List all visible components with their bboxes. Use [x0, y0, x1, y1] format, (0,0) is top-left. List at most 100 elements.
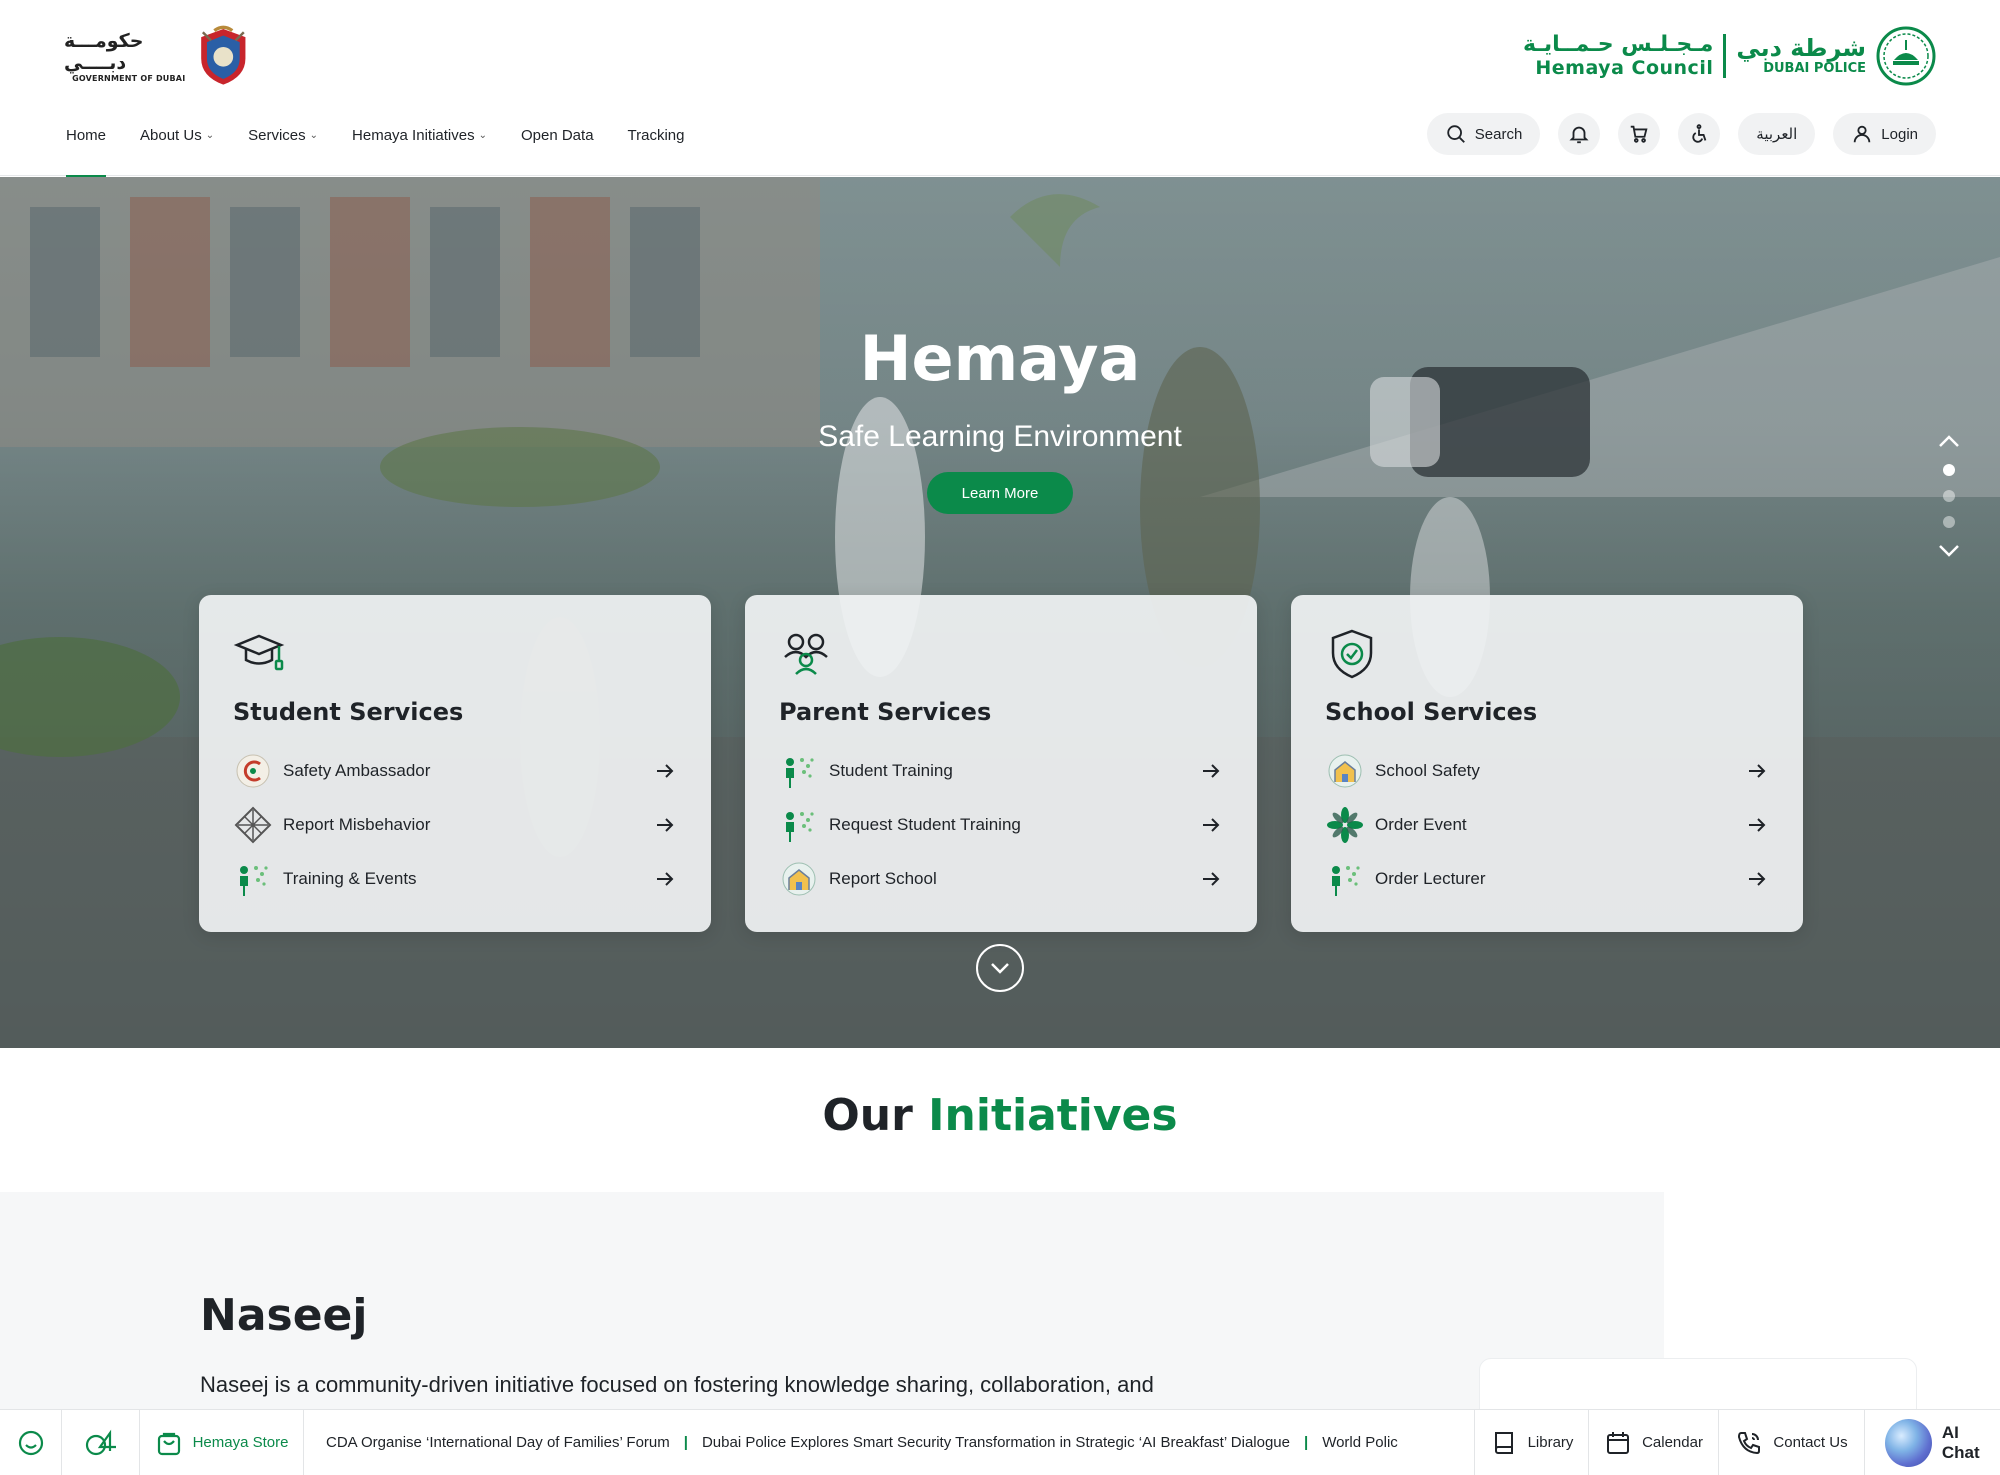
school-services-card: School Services School Safety Order Even… [1291, 595, 1803, 932]
news-ticker[interactable]: CDA Organise ‘International Day of Famil… [304, 1410, 1475, 1475]
calendar-icon [1607, 1431, 1630, 1454]
arrow-right-icon [1749, 764, 1766, 778]
logo-divider [1723, 34, 1727, 78]
slide-dot-3[interactable] [1943, 516, 1955, 528]
service-label: Training & Events [283, 869, 417, 888]
header-tools: Search العربية Login [1426, 113, 1936, 155]
nav-services[interactable]: Services ⌄ [248, 118, 318, 152]
nav-home[interactable]: Home [66, 118, 107, 178]
accessibility-button[interactable] [1678, 113, 1721, 155]
school-safety-icon [1325, 751, 1365, 791]
chevron-down-icon[interactable] [1937, 542, 1961, 560]
arrow-right-icon [1203, 872, 1220, 886]
nav-tracking[interactable]: Tracking [628, 118, 685, 152]
service-safety-ambassador[interactable]: Safety Ambassador [233, 744, 677, 798]
service-request-student-training[interactable]: Request Student Training [779, 798, 1223, 852]
chevron-up-icon[interactable] [1937, 432, 1961, 450]
contact-us-button[interactable]: Contact Us [1719, 1410, 1865, 1475]
service-label: Order Event [1375, 815, 1467, 834]
news-item[interactable]: CDA Organise ‘International Day of Famil… [326, 1434, 670, 1451]
scroll-down-button[interactable] [976, 944, 1024, 992]
notifications-button[interactable] [1558, 113, 1601, 155]
order-lecturer-icon [1325, 859, 1365, 899]
bottom-quick-bar: Hemaya Store CDA Organise ‘International… [0, 1409, 2000, 1475]
ai-chat-orb-icon [1885, 1418, 1932, 1467]
main-navigation: Home About Us ⌄ Services ⌄ Hemaya Initiati… [66, 118, 685, 178]
learn-more-button[interactable]: Learn More [927, 472, 1073, 514]
service-report-misbehavior[interactable]: Report Misbehavior [233, 798, 677, 852]
nav-services-label: Services [248, 126, 306, 144]
hemaya-store-button[interactable]: Hemaya Store [140, 1410, 304, 1475]
slide-dot-2[interactable] [1943, 490, 1955, 502]
arrow-right-icon [1749, 818, 1766, 832]
smiley-icon [18, 1430, 43, 1455]
dubai-now-icon [85, 1429, 116, 1455]
nav-hemaya-initiatives[interactable]: Hemaya Initiatives ⌄ [352, 118, 487, 152]
service-training-events[interactable]: Training & Events [233, 852, 677, 906]
search-label: Search [1474, 125, 1523, 143]
service-student-training[interactable]: Student Training [779, 744, 1223, 798]
nav-open-data[interactable]: Open Data [521, 118, 594, 152]
parents-icon [784, 633, 828, 675]
council-name-english: Hemaya Council [1535, 57, 1714, 79]
parent-services-card: Parent Services Student Training Request… [745, 595, 1257, 932]
user-icon [1854, 125, 1871, 143]
site-header: حكومـــة دبــــي GOVERNMENT OF DUBAI مـج… [0, 0, 2000, 178]
council-name-arabic: مـجـلـس حـمــايـة [1523, 32, 1714, 57]
library-button[interactable]: Library [1475, 1410, 1589, 1475]
card-title: School Services [1325, 698, 1538, 726]
nav-tracking-label: Tracking [627, 126, 685, 144]
service-order-lecturer[interactable]: Order Lecturer [1325, 852, 1769, 906]
graduation-cap-icon [233, 634, 285, 671]
arrow-right-icon [1749, 872, 1766, 886]
language-toggle[interactable]: العربية [1738, 113, 1816, 155]
police-name-arabic: شرطة دبي [1736, 34, 1866, 62]
ticker-separator: | [1304, 1434, 1309, 1451]
dubai-now-button[interactable] [62, 1410, 140, 1475]
shield-check-icon [1331, 629, 1373, 679]
calendar-button[interactable]: Calendar [1589, 1410, 1719, 1475]
gov-logo-arabic: حكومـــة دبــــي [64, 29, 144, 74]
chevron-down-icon: ⌄ [309, 129, 319, 141]
service-label: Order Lecturer [1375, 869, 1486, 888]
nav-about-us-label: About Us [140, 126, 202, 144]
nav-hemaya-initiatives-label: Hemaya Initiatives [352, 126, 475, 144]
news-item[interactable]: World Polic [1322, 1434, 1398, 1451]
report-misbehavior-icon [233, 805, 273, 845]
accessibility-icon [1692, 124, 1707, 143]
slide-dot-1[interactable] [1943, 464, 1955, 476]
book-icon [1494, 1431, 1513, 1454]
slider-controls [1936, 432, 1962, 560]
service-label: School Safety [1375, 761, 1480, 780]
search-button[interactable]: Search [1426, 113, 1541, 155]
service-school-safety[interactable]: School Safety [1325, 744, 1769, 798]
hemaya-council-logo[interactable]: مـجـلـس حـمــايـة Hemaya Council شرطة دب… [1523, 24, 1936, 88]
happiness-meter-button[interactable] [0, 1410, 62, 1475]
search-icon [1447, 125, 1465, 143]
initiative-title: Naseej [200, 1290, 368, 1341]
service-order-event[interactable]: Order Event [1325, 798, 1769, 852]
safety-ambassador-icon [233, 751, 273, 791]
ai-chat-button[interactable]: AI Chat [1865, 1410, 2000, 1475]
student-services-card: Student Services Safety Ambassador Repor… [199, 595, 711, 932]
login-button[interactable]: Login [1833, 113, 1936, 155]
government-of-dubai-logo[interactable]: حكومـــة دبــــي GOVERNMENT OF DUBAI [64, 16, 254, 96]
cart-button[interactable] [1618, 113, 1661, 155]
chevron-down-icon: ⌄ [478, 129, 487, 141]
arrow-right-icon [1203, 818, 1220, 832]
contact-us-label: Contact Us [1773, 1434, 1848, 1451]
card-title: Student Services [233, 698, 464, 726]
hero-subtitle: Safe Learning Environment [818, 420, 1182, 453]
service-label: Report School [829, 869, 937, 888]
request-training-icon [779, 805, 819, 845]
nav-about-us[interactable]: About Us ⌄ [140, 118, 214, 152]
service-label: Student Training [829, 761, 953, 780]
arrow-right-icon [657, 872, 674, 886]
chevron-down-icon: ⌄ [205, 129, 215, 141]
student-training-icon [779, 751, 819, 791]
service-report-school[interactable]: Report School [779, 852, 1223, 906]
news-item[interactable]: Dubai Police Explores Smart Security Tra… [702, 1434, 1290, 1451]
hemaya-store-label: Hemaya Store [192, 1434, 289, 1451]
nav-open-data-label: Open Data [520, 126, 594, 144]
library-label: Library [1527, 1434, 1574, 1451]
